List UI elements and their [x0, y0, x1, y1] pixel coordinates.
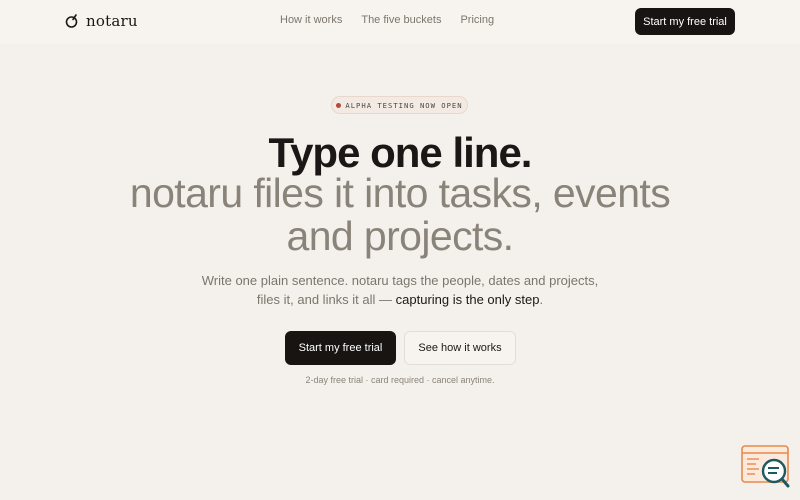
notaru-logo-icon: [64, 13, 80, 29]
trial-fine-print: 2-day free trial · card required · cance…: [305, 375, 495, 385]
brand-name: notaru: [86, 12, 138, 30]
hero-lead-paragraph: Write one plain sentence. notaru tags th…: [150, 271, 650, 309]
lead-line-1: Write one plain sentence. notaru tags th…: [201, 273, 599, 288]
lead-emphasis: capturing is the only step: [395, 292, 540, 307]
nav-link-how-it-works[interactable]: How it works: [280, 14, 342, 26]
hero-start-trial-button[interactable]: Start my free trial: [285, 331, 396, 365]
search-document-icon[interactable]: [741, 445, 791, 489]
hero-subhead-line-2: and projects.: [286, 213, 515, 259]
hero-subhead: notaru files it into tasks, events and p…: [90, 172, 710, 258]
see-how-it-works-button[interactable]: See how it works: [404, 331, 516, 365]
lead-line-2: files it, and links it all — capturing i…: [150, 290, 650, 309]
lead-line-2-text: files it, and links it all —: [256, 292, 396, 307]
brand-logo-link[interactable]: notaru: [64, 12, 138, 30]
nav-link-five-buckets[interactable]: The five buckets: [361, 14, 441, 26]
main-nav: How it works The five buckets Pricing: [280, 14, 494, 26]
status-dot-icon: [336, 102, 342, 108]
site-header: notaru How it works The five buckets Pri…: [0, 0, 800, 44]
alpha-status-badge: ALPHA TESTING NOW OPEN: [331, 96, 468, 114]
badge-label: ALPHA TESTING NOW OPEN: [345, 100, 463, 110]
nav-link-pricing[interactable]: Pricing: [460, 14, 494, 26]
lead-period: .: [539, 292, 544, 307]
landing-page: notaru How it works The five buckets Pri…: [0, 0, 800, 500]
hero-subhead-line-1: notaru files it into tasks, events: [129, 170, 671, 216]
header-start-trial-button[interactable]: Start my free trial: [635, 8, 735, 35]
